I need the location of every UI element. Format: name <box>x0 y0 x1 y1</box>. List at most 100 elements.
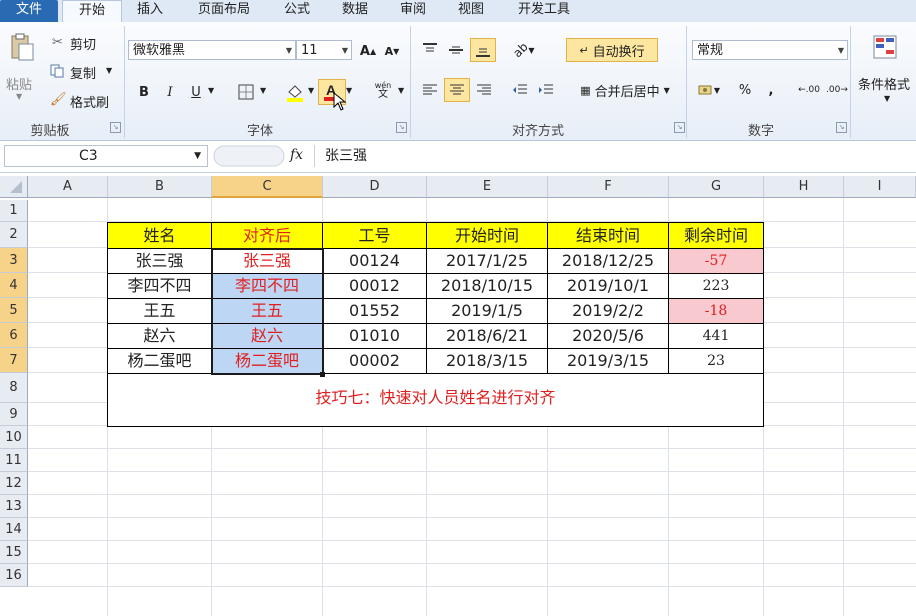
table-cell[interactable]: 2017/1/25 <box>427 249 548 274</box>
table-cell[interactable]: 2019/1/5 <box>427 299 548 324</box>
copy-button[interactable]: 复制 <box>70 63 96 82</box>
italic-button[interactable]: I <box>160 80 180 104</box>
row-header-3[interactable]: 3 <box>0 248 28 273</box>
orientation-icon[interactable]: ab ▼ <box>508 38 540 62</box>
fill-dropdown-icon[interactable]: ▼ <box>308 86 314 95</box>
bold-button[interactable]: B <box>134 80 154 104</box>
table-header-cell[interactable]: 对齐后 <box>212 223 323 249</box>
font-size-combo[interactable]: 11 ▼ <box>296 40 352 60</box>
table-cell[interactable]: 2020/5/6 <box>548 324 669 349</box>
align-left-icon[interactable] <box>418 78 442 102</box>
table-header-cell[interactable]: 工号 <box>323 223 427 249</box>
table-header-cell[interactable]: 剩余时间 <box>669 223 764 249</box>
underline-button[interactable]: U <box>186 80 206 104</box>
font-launcher-icon[interactable]: ↘ <box>396 122 407 133</box>
shrink-font-icon[interactable]: A ▼ <box>380 39 404 63</box>
column-header-c[interactable]: C <box>212 176 323 198</box>
number-launcher-icon[interactable]: ↘ <box>836 122 847 133</box>
underline-dropdown-icon[interactable]: ▼ <box>208 86 214 95</box>
align-middle-icon[interactable] <box>444 38 468 62</box>
table-cell[interactable]: 2019/2/2 <box>548 299 669 324</box>
row-header-4[interactable]: 4 <box>0 273 28 298</box>
increase-indent-icon[interactable] <box>534 78 558 102</box>
name-box[interactable]: C3 ▼ <box>4 145 208 167</box>
column-header-e[interactable]: E <box>427 176 548 198</box>
table-header-cell[interactable]: 结束时间 <box>548 223 669 249</box>
percent-button[interactable]: % <box>734 78 756 102</box>
border-icon[interactable] <box>234 80 258 104</box>
select-all-corner[interactable] <box>0 176 28 198</box>
selected-cell[interactable]: 李四不四 <box>212 274 323 299</box>
row-header-1[interactable]: 1 <box>0 200 28 222</box>
paste-button[interactable]: 粘贴 <box>6 74 32 93</box>
tab-file[interactable]: 文件 <box>0 0 58 22</box>
table-cell[interactable]: 2018/3/15 <box>427 349 548 374</box>
conditional-format-button[interactable]: 条件格式 <box>858 74 910 93</box>
row-header-15[interactable]: 15 <box>0 541 28 564</box>
table-cell[interactable]: -57 <box>669 249 764 274</box>
currency-icon[interactable]: ▼ <box>694 78 724 102</box>
wrap-text-button[interactable]: ↵ 自动换行 <box>566 38 658 62</box>
tab-review[interactable]: 审阅 <box>388 0 438 22</box>
table-cell[interactable]: 2019/3/15 <box>548 349 669 374</box>
table-cell[interactable]: 01552 <box>323 299 427 324</box>
grow-font-icon[interactable]: A ▲ <box>356 39 380 63</box>
merged-note-cell[interactable]: 技巧七：快速对人员姓名进行对齐 <box>108 374 764 427</box>
row-header-5[interactable]: 5 <box>0 298 28 323</box>
table-cell[interactable]: 2018/6/21 <box>427 324 548 349</box>
clipboard-launcher-icon[interactable]: ↘ <box>110 122 121 133</box>
row-header-8[interactable]: 8 <box>0 373 28 403</box>
table-cell[interactable]: 223 <box>669 274 764 299</box>
table-cell[interactable]: 2018/10/15 <box>427 274 548 299</box>
conditional-dropdown-icon[interactable]: ▼ <box>884 94 890 103</box>
number-format-combo[interactable]: 常规 ▼ <box>692 40 848 60</box>
column-header-h[interactable]: H <box>764 176 844 198</box>
decrease-indent-icon[interactable] <box>508 78 532 102</box>
row-header-9[interactable]: 9 <box>0 403 28 426</box>
align-center-icon[interactable] <box>444 78 470 102</box>
copy-dropdown-icon[interactable]: ▼ <box>106 66 112 75</box>
table-cell[interactable]: 王五 <box>108 299 212 324</box>
align-bottom-icon[interactable] <box>470 38 496 62</box>
table-header-cell[interactable]: 开始时间 <box>427 223 548 249</box>
comma-button[interactable]: , <box>762 78 780 102</box>
tab-home[interactable]: 开始 <box>62 0 122 24</box>
table-header-cell[interactable]: 姓名 <box>108 223 212 249</box>
decrease-decimal-icon[interactable]: .00→ <box>824 78 850 102</box>
tab-data[interactable]: 数据 <box>330 0 380 22</box>
row-header-6[interactable]: 6 <box>0 323 28 348</box>
align-top-icon[interactable] <box>418 38 442 62</box>
row-header-11[interactable]: 11 <box>0 449 28 472</box>
phonetic-dropdown-icon[interactable]: ▼ <box>398 86 404 95</box>
row-header-12[interactable]: 12 <box>0 472 28 495</box>
table-cell[interactable]: 00124 <box>323 249 427 274</box>
merge-center-button[interactable]: ▦ 合并后居中 ▼ <box>568 78 682 102</box>
align-right-icon[interactable] <box>472 78 496 102</box>
tab-page-layout[interactable]: 页面布局 <box>184 0 264 22</box>
phonetic-icon[interactable]: wén 文 <box>370 78 396 102</box>
selected-cell[interactable]: 赵六 <box>212 324 323 349</box>
row-header-7[interactable]: 7 <box>0 348 28 373</box>
table-cell[interactable]: 00012 <box>323 274 427 299</box>
table-cell[interactable]: 441 <box>669 324 764 349</box>
font-name-combo[interactable]: 微软雅黑 ▼ <box>128 40 296 60</box>
fill-handle[interactable] <box>320 372 325 377</box>
column-header-b[interactable]: B <box>108 176 212 198</box>
table-cell[interactable]: 赵六 <box>108 324 212 349</box>
table-cell[interactable]: 23 <box>669 349 764 374</box>
table-cell[interactable]: 01010 <box>323 324 427 349</box>
fx-icon[interactable]: fx <box>290 147 303 163</box>
fill-color-icon[interactable] <box>282 80 308 104</box>
tab-developer[interactable]: 开发工具 <box>504 0 584 22</box>
selected-cell[interactable]: 杨二蛋吧 <box>212 349 323 374</box>
row-header-2[interactable]: 2 <box>0 222 28 248</box>
row-header-13[interactable]: 13 <box>0 495 28 518</box>
alignment-launcher-icon[interactable]: ↘ <box>674 122 685 133</box>
border-dropdown-icon[interactable]: ▼ <box>260 86 266 95</box>
table-cell[interactable]: 张三强 <box>108 249 212 274</box>
paste-dropdown-icon[interactable]: ▼ <box>16 92 22 101</box>
formula-input[interactable]: 张三强 <box>314 145 916 167</box>
column-header-a[interactable]: A <box>28 176 108 198</box>
selected-cell[interactable]: 王五 <box>212 299 323 324</box>
tab-insert[interactable]: 插入 <box>124 0 176 22</box>
